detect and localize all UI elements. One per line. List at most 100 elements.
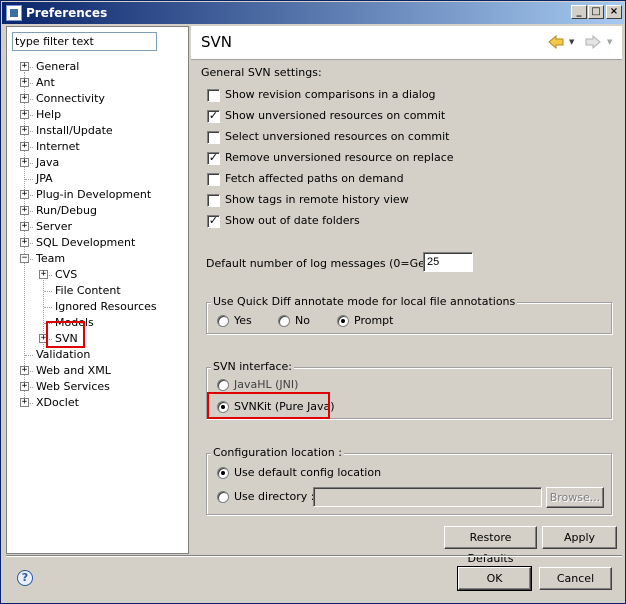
checkbox[interactable] [207,194,220,207]
quick-diff-prompt-label: Prompt [354,314,394,327]
filter-input[interactable] [12,32,157,51]
tree-item-models[interactable]: Models [7,315,187,331]
tree-item-label: Ant [36,76,55,89]
expand-icon[interactable]: + [20,126,29,135]
checkbox-checked[interactable]: ✓ [207,110,220,123]
browse-button[interactable]: Browse... [546,487,604,508]
collapse-icon[interactable]: − [20,254,29,263]
expand-icon[interactable]: + [20,142,29,151]
quick-diff-group: Use Quick Diff annotate mode for local f… [206,295,612,334]
tree-item-label: Connectivity [36,92,105,105]
forward-dropdown-icon[interactable]: ▼ [607,38,612,46]
use-directory-label: Use directory : [234,490,315,503]
tree-item-cvs[interactable]: + CVS [7,267,187,283]
checkbox-row-show-unversioned-resources-on-commit[interactable]: ✓ Show unversioned resources on commit [207,109,507,125]
tree-item-java[interactable]: + Java [7,155,187,171]
restore-defaults-button[interactable]: Restore Defaults [444,526,537,565]
checkbox-row-select-unversioned-resources-on-commit[interactable]: Select unversioned resources on commit [207,130,507,146]
help-icon[interactable]: ? [17,570,33,586]
ok-button[interactable]: OK [457,566,532,591]
checkbox[interactable] [207,131,220,144]
tree-item-connectivity[interactable]: + Connectivity [7,91,187,107]
tree-item-label: Java [36,156,60,169]
tree-item-label: Server [36,220,73,233]
checkbox-checked[interactable]: ✓ [207,152,220,165]
tree-item-ignored-resources[interactable]: Ignored Resources [7,299,187,315]
forward-arrow-icon[interactable] [585,35,601,49]
expand-icon[interactable]: + [20,238,29,247]
expand-icon[interactable]: + [20,158,29,167]
checkbox-row-remove-unversioned-resource-on-replace[interactable]: ✓ Remove unversioned resource on replace [207,151,507,167]
close-button[interactable]: × [606,5,622,19]
expand-icon[interactable]: + [20,398,29,407]
checkbox-label: Fetch affected paths on demand [225,172,404,185]
javahl-radio[interactable] [217,379,229,391]
tree-item-sql-development[interactable]: + SQL Development [7,235,187,251]
checkbox-label: Show unversioned resources on commit [225,109,446,122]
expand-icon[interactable]: + [20,206,29,215]
checkbox-row-show-tags-in-remote-history-view[interactable]: Show tags in remote history view [207,193,507,209]
use-directory-radio[interactable] [217,491,229,503]
tree-item-label: Run/Debug [36,204,97,217]
maximize-button[interactable]: □ [588,5,604,19]
quick-diff-prompt-radio[interactable] [337,315,349,327]
tree-item-install-update[interactable]: + Install/Update [7,123,187,139]
checkbox-row-show-revision-comparisons-in-a-dialog[interactable]: Show revision comparisons in a dialog [207,88,507,104]
checkbox-row-fetch-affected-paths-on-demand[interactable]: Fetch affected paths on demand [207,172,507,188]
expand-icon[interactable]: + [20,110,29,119]
tree-item-ant[interactable]: + Ant [7,75,187,91]
tree-item-run-debug[interactable]: + Run/Debug [7,203,187,219]
tree-item-web-and-xml[interactable]: + Web and XML [7,363,187,379]
tree-item-xdoclet[interactable]: + XDoclet [7,395,187,411]
back-dropdown-icon[interactable]: ▼ [569,38,574,46]
tree-item-jpa[interactable]: JPA [7,171,187,187]
expand-icon[interactable]: + [20,94,29,103]
apply-button[interactable]: Apply [542,526,617,549]
tree-item-label: Ignored Resources [55,300,157,313]
checkbox-checked[interactable]: ✓ [207,215,220,228]
expand-icon[interactable]: + [20,78,29,87]
cancel-button[interactable]: Cancel [539,567,612,590]
quick-diff-yes-radio[interactable] [217,315,229,327]
tree-item-label: File Content [55,284,121,297]
checkbox[interactable] [207,173,220,186]
expand-icon[interactable]: + [20,222,29,231]
log-messages-input[interactable] [423,252,473,272]
tree-item-team[interactable]: − Team [7,251,187,267]
checkbox-row-show-out-of-date-folders[interactable]: ✓ Show out of date folders [207,214,507,230]
directory-input[interactable] [313,487,542,507]
expand-icon[interactable]: + [20,190,29,199]
tree-item-internet[interactable]: + Internet [7,139,187,155]
svnkit-highlight-box [207,392,330,419]
tree-item-validation[interactable]: Validation [7,347,187,363]
checkbox-label: Show out of date folders [225,214,360,227]
checkbox-label: Remove unversioned resource on replace [225,151,454,164]
tree-item-svn[interactable]: + SVN [7,331,187,347]
tree-item-general[interactable]: + General [7,59,187,75]
tree-item-web-services[interactable]: + Web Services [7,379,187,395]
expand-icon[interactable]: + [20,382,29,391]
quick-diff-no-radio[interactable] [278,315,290,327]
expand-icon[interactable]: + [39,270,48,279]
tree-guide-line [25,355,33,356]
tree-item-label: XDoclet [36,396,79,409]
minimize-button[interactable]: _ [571,5,587,19]
title-bar[interactable]: Preferences _ □ × [2,2,624,24]
config-location-group-title: Configuration location : [211,446,344,459]
quick-diff-no-label: No [295,314,310,327]
checkbox[interactable] [207,89,220,102]
tree-item-server[interactable]: + Server [7,219,187,235]
tree-item-label: CVS [55,268,78,281]
default-config-radio[interactable] [217,467,229,479]
tree-item-label: Team [36,252,66,265]
svn-interface-group-title: SVN interface: [211,360,294,373]
tree-item-file-content[interactable]: File Content [7,283,187,299]
tree-item-label: Validation [36,348,91,361]
log-messages-label: Default number of log messages (0=Get Al… [206,257,451,270]
tree-item-plug-in-development[interactable]: + Plug-in Development [7,187,187,203]
expand-icon[interactable]: + [20,366,29,375]
expand-icon[interactable]: + [20,62,29,71]
footer-separator [6,555,622,557]
back-arrow-icon[interactable] [548,35,564,49]
tree-item-help[interactable]: + Help [7,107,187,123]
